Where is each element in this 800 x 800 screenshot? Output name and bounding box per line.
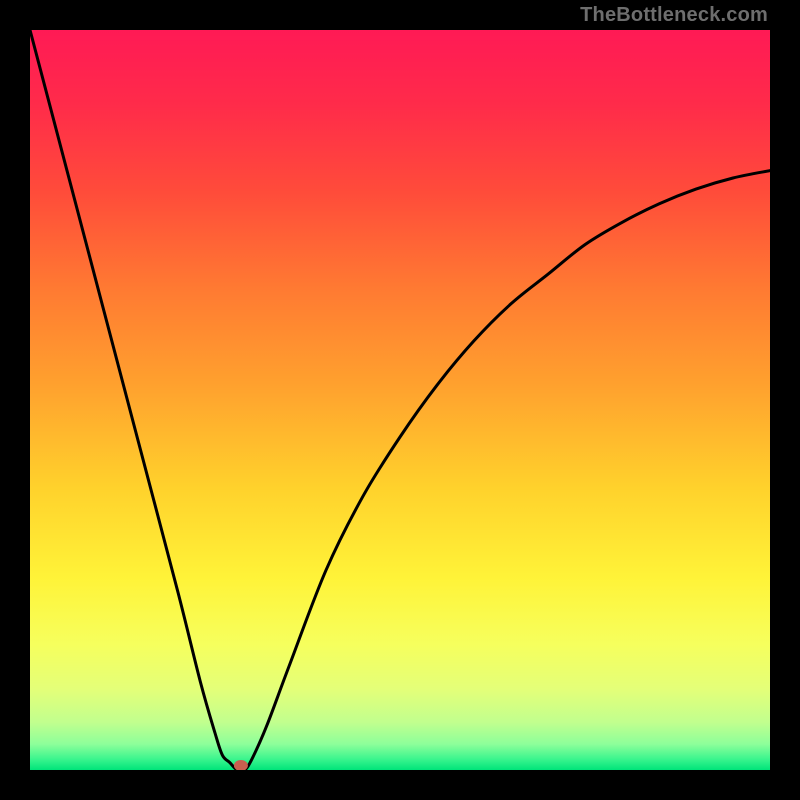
curve-layer <box>30 30 770 770</box>
chart-frame: TheBottleneck.com <box>0 0 800 800</box>
minimum-marker <box>234 760 248 770</box>
plot-area <box>30 30 770 770</box>
watermark-text: TheBottleneck.com <box>580 4 768 27</box>
bottleneck-curve <box>30 30 770 770</box>
